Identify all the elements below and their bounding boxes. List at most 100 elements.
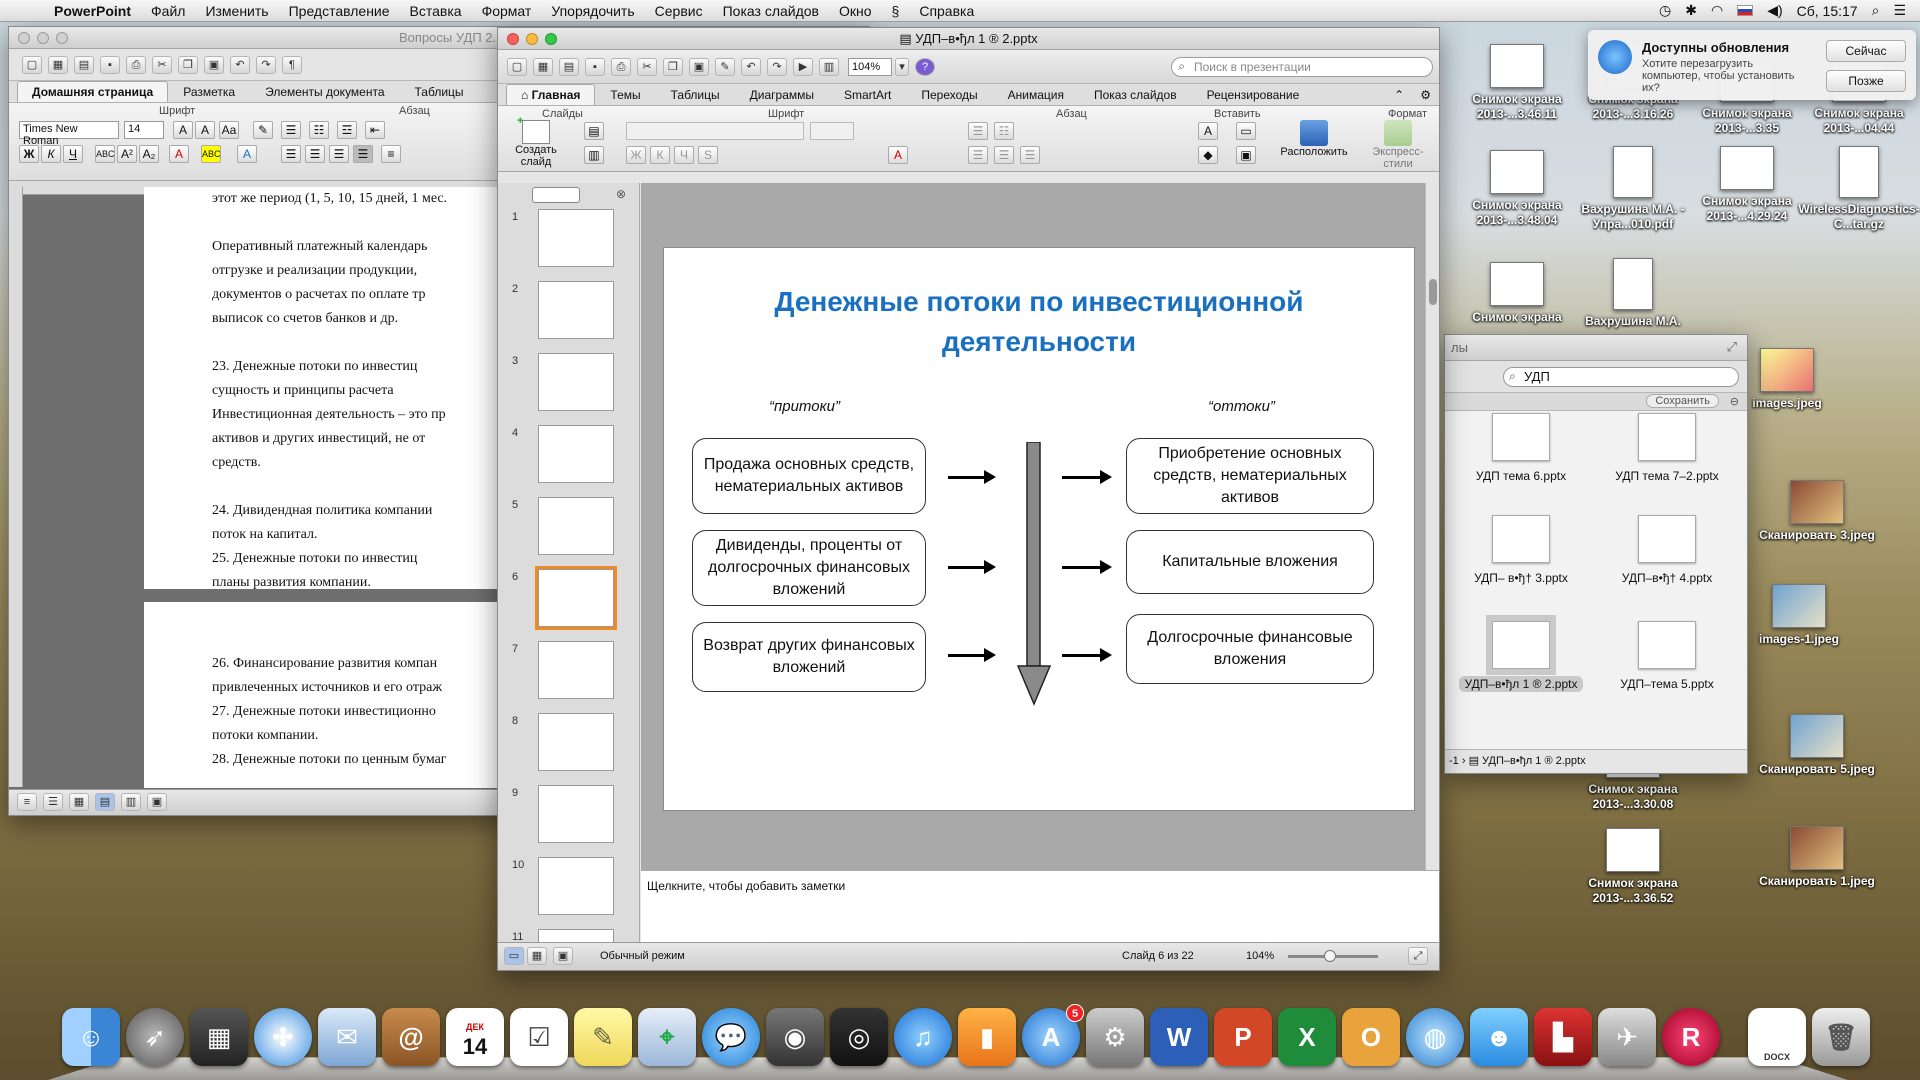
notebook-view-icon[interactable]: ▥ xyxy=(121,793,141,811)
desktop-icon[interactable]: Сканировать 3.jpeg xyxy=(1756,480,1878,543)
inflow-box[interactable]: Возврат других финансовых вложений xyxy=(692,622,926,692)
system-preferences-icon[interactable]: ⚙ xyxy=(1086,1008,1144,1066)
text-box-icon[interactable]: A xyxy=(1198,122,1218,140)
picture-icon[interactable]: ▭ xyxy=(1236,122,1256,140)
new-icon[interactable]: ▢ xyxy=(507,57,527,76)
underline-icon[interactable]: Ч xyxy=(63,145,83,163)
numbering-icon[interactable]: ☷ xyxy=(994,122,1014,140)
text-effects-icon[interactable]: A xyxy=(237,145,257,163)
desktop-icon[interactable]: Вахрушина М.А. - Упра...010.pdf xyxy=(1572,146,1694,232)
outflow-box[interactable]: Капитальные вложения xyxy=(1126,530,1374,594)
font-name-field[interactable]: Times New Roman xyxy=(19,121,119,147)
remove-criteria-icon[interactable]: ⊖ xyxy=(1730,395,1739,408)
mission-control-icon[interactable]: ▦ xyxy=(190,1008,248,1066)
menu-view[interactable]: Представление xyxy=(279,0,400,22)
show-marks-icon[interactable]: ¶ xyxy=(282,55,302,74)
layout-icon[interactable]: ▤ xyxy=(584,122,604,140)
tab-home[interactable]: ⌂ Главная xyxy=(506,84,596,105)
tab-themes[interactable]: Темы xyxy=(595,84,655,105)
fit-to-window-icon[interactable]: ⤢ xyxy=(1408,947,1428,965)
presentation-search-input[interactable]: Поиск в презентации xyxy=(1171,57,1433,77)
presentation-app-icon[interactable]: ▙ xyxy=(1534,1008,1592,1066)
bold-icon[interactable]: Ж xyxy=(626,146,646,164)
zoom-slider[interactable] xyxy=(1288,950,1378,962)
finder-file-item[interactable]: УДП тема 6.pptx xyxy=(1451,413,1591,483)
outflow-box[interactable]: Приобретение основных средств, нематериа… xyxy=(1126,438,1374,514)
scrollbar-thumb[interactable] xyxy=(1429,279,1437,305)
tab-tables[interactable]: Таблицы xyxy=(400,81,479,102)
undo-icon[interactable]: ↶ xyxy=(741,57,761,76)
minimize-button[interactable] xyxy=(526,32,538,45)
bold-icon[interactable]: Ж xyxy=(19,145,39,163)
desktop-icon[interactable]: Снимок экрана 2013-...3.48.04 xyxy=(1456,150,1578,228)
font-color-icon[interactable]: A xyxy=(169,145,189,163)
clear-format-icon[interactable]: ✎ xyxy=(253,121,273,139)
slide-sorter-icon[interactable]: ▦ xyxy=(527,947,547,965)
slide-thumbnail[interactable] xyxy=(538,929,614,942)
align-right-icon[interactable]: ☰ xyxy=(1020,146,1040,164)
mail-icon[interactable]: ✉ xyxy=(318,1008,376,1066)
change-case-icon[interactable]: Aa xyxy=(219,121,239,139)
arrange-button[interactable]: Расположить xyxy=(1278,120,1350,158)
undo-icon[interactable]: ↶ xyxy=(230,55,250,74)
input-source-flag-icon[interactable] xyxy=(1737,5,1754,16)
maps-icon[interactable]: ⌖ xyxy=(638,1008,696,1066)
align-left-icon[interactable]: ☰ xyxy=(281,145,301,163)
menu-insert[interactable]: Вставка xyxy=(400,0,472,22)
desktop-icon[interactable]: images-1.jpeg xyxy=(1738,584,1860,647)
slides-view-toggle[interactable] xyxy=(532,187,580,203)
tab-animations[interactable]: Анимация xyxy=(993,84,1079,105)
save-search-button[interactable]: Сохранить xyxy=(1646,394,1719,408)
outflow-box[interactable]: Долгосрочные финансовые вложения xyxy=(1126,614,1374,684)
finder-file-item[interactable]: УДП–тема 5.pptx xyxy=(1597,621,1737,691)
fullscreen-icon[interactable]: ⤢ xyxy=(1727,339,1737,355)
new-slide-button[interactable]: + Создать слайд xyxy=(504,115,568,168)
menu-arrange[interactable]: Упорядочить xyxy=(541,0,644,22)
copy-icon[interactable]: ❐ xyxy=(178,55,198,74)
finder-file-item[interactable]: УДП тема 7–2.pptx xyxy=(1597,413,1737,483)
ribbon-settings-icon[interactable]: ⚙ xyxy=(1412,88,1439,105)
zoom-button[interactable] xyxy=(545,32,557,45)
open-icon[interactable]: ▤ xyxy=(559,57,579,76)
align-left-icon[interactable]: ☰ xyxy=(968,146,988,164)
slide-thumbnail[interactable] xyxy=(538,497,614,555)
paste-icon[interactable]: ▣ xyxy=(204,55,224,74)
draft-view-icon[interactable]: ≡ xyxy=(17,793,37,811)
highlight-icon[interactable]: ABC xyxy=(201,145,221,163)
slideshow-icon[interactable]: ▶ xyxy=(793,57,813,76)
cut-icon[interactable]: ✂ xyxy=(152,55,172,74)
slide-thumbnail[interactable] xyxy=(538,641,614,699)
normal-view-icon[interactable]: ▭ xyxy=(504,947,524,965)
media-icon[interactable]: ▣ xyxy=(1236,146,1256,164)
docx-stack-icon[interactable]: DOCX xyxy=(1748,1008,1806,1066)
strikethrough-icon[interactable]: ABC xyxy=(95,145,115,163)
tab-tables[interactable]: Таблицы xyxy=(656,84,735,105)
outflows-label[interactable]: “оттоки” xyxy=(1208,398,1275,415)
contacts-icon[interactable]: @ xyxy=(382,1008,440,1066)
app-menu[interactable]: PowerPoint xyxy=(44,0,141,22)
outlook-icon[interactable]: O xyxy=(1342,1008,1400,1066)
shape-icon[interactable]: ◆ xyxy=(1198,146,1218,164)
finder-file-item[interactable]: УДП– в•ђ† 3.pptx xyxy=(1451,515,1591,585)
slide-editing-canvas[interactable]: Денежные потоки по инвестиционной деятел… xyxy=(641,183,1439,870)
rar-icon[interactable]: R xyxy=(1662,1008,1720,1066)
bullets-icon[interactable]: ☰ xyxy=(968,122,988,140)
launchpad-icon[interactable]: ➶ xyxy=(126,1008,184,1066)
line-spacing-icon[interactable]: ≡ xyxy=(381,145,401,163)
safari-icon[interactable]: ✣ xyxy=(254,1008,312,1066)
update-later-button[interactable]: Позже xyxy=(1826,70,1906,92)
print-icon[interactable]: ⎙ xyxy=(611,57,631,76)
section-icon[interactable]: ▥ xyxy=(584,146,604,164)
desktop-icon[interactable]: WirelessDiagnostics-C...tar.gz xyxy=(1798,146,1920,232)
slide-thumbnail-selected[interactable] xyxy=(535,566,617,630)
tab-transitions[interactable]: Переходы xyxy=(906,84,992,105)
slide-thumbnail[interactable] xyxy=(538,713,614,771)
redo-icon[interactable]: ↷ xyxy=(256,55,276,74)
spotlight-icon[interactable]: ⌕ xyxy=(1872,2,1880,19)
desktop-icon[interactable]: Снимок экрана 2013-...3.36.52 xyxy=(1572,828,1694,906)
finder-search-input[interactable]: УДП xyxy=(1503,367,1739,387)
decrease-indent-icon[interactable]: ⇤ xyxy=(365,121,385,139)
font-size-field[interactable]: 14 xyxy=(124,121,164,139)
tab-slideshow[interactable]: Показ слайдов xyxy=(1079,84,1192,105)
messages-icon[interactable]: 💬 xyxy=(702,1008,760,1066)
